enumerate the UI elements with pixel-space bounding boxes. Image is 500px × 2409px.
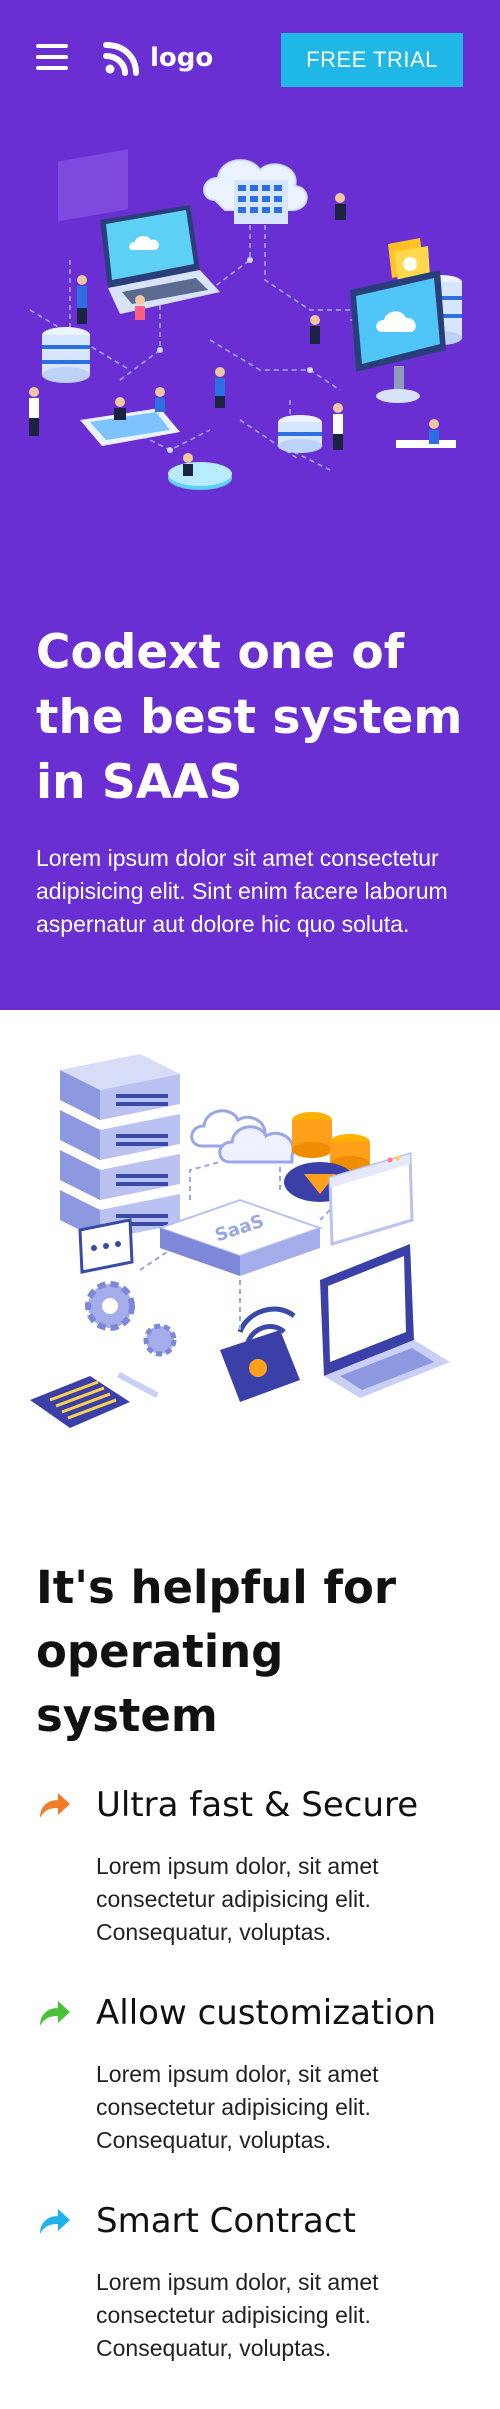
feature-item: Smart Contract Lorem ipsum dolor, sit am… [36,2198,476,2361]
rss-logo-icon [103,42,139,76]
share-arrow-icon [40,2001,70,2026]
hero-section: logo FREE TRIAL Codext one of the best s… [0,0,500,1010]
feature-title: Smart Contract [96,2201,356,2241]
hero-title: Codext one of the best system in SAAS [36,625,463,810]
feature-title: Allow customization [96,1993,437,2033]
free-trial-button[interactable]: FREE TRIAL [281,33,463,87]
logo-text: logo [150,43,214,73]
saas-illustration: SaaS [30,1054,450,1428]
logo[interactable]: logo [102,38,213,78]
feature-title: Ultra fast & Secure [96,1785,419,1825]
cloud-network-illustration [29,149,462,490]
section-title: It's helpful for operating system [36,1561,397,1742]
feature-item: Ultra fast & Secure Lorem ipsum dolor, s… [36,1782,476,1945]
hamburger-menu-icon[interactable] [36,44,68,72]
feature-description: Lorem ipsum dolor, sit amet consectetur … [96,1853,379,1945]
feature-description: Lorem ipsum dolor, sit amet consectetur … [96,2269,379,2361]
share-arrow-icon [40,1793,70,1818]
hero-description: Lorem ipsum dolor sit amet consectetur a… [36,845,448,937]
feature-description: Lorem ipsum dolor, sit amet consectetur … [96,2061,379,2153]
share-arrow-icon [40,2209,70,2234]
feature-item: Allow customization Lorem ipsum dolor, s… [36,1990,476,2153]
